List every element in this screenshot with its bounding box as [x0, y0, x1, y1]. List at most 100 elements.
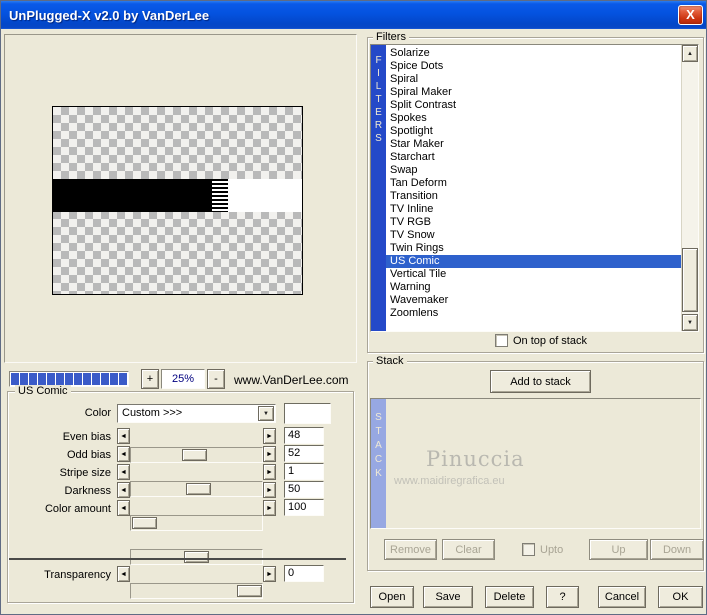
strip-letter: E [375, 107, 382, 118]
slider-right-arrow-icon[interactable]: ► [263, 500, 276, 516]
even-bias-slider[interactable] [130, 447, 263, 463]
filter-list-item[interactable]: Tan Deform [386, 177, 681, 190]
progress-segment [65, 373, 73, 385]
slider-left-arrow-icon[interactable]: ◄ [117, 500, 130, 516]
close-icon[interactable]: X [678, 5, 703, 25]
filters-scrollbar[interactable]: ▲ ▼ [681, 45, 698, 331]
color-dropdown[interactable]: Custom >>> ▼ [117, 404, 276, 423]
add-to-stack-button[interactable]: Add to stack [490, 370, 591, 393]
zoom-out-button[interactable]: - [207, 369, 225, 389]
cancel-button[interactable]: Cancel [598, 586, 646, 608]
filter-list-item[interactable]: Solarize [386, 47, 681, 60]
filters-list[interactable]: Solarize Spice Dots Spiral Spiral Maker Spli… [386, 45, 681, 331]
filter-list-item[interactable]: TV Inline [386, 203, 681, 216]
custom-color-swatch[interactable] [284, 403, 331, 424]
stack-list[interactable]: Pinuccia www.maidiregrafica.eu [386, 399, 700, 528]
down-button[interactable]: Down [650, 539, 704, 560]
stripe-size-value[interactable]: 1 [284, 463, 324, 480]
slider-thumb[interactable] [237, 585, 262, 597]
transparency-value[interactable]: 0 [284, 565, 324, 582]
zoom-in-button[interactable]: + [141, 369, 159, 389]
filter-list-item[interactable]: US Comic [386, 255, 681, 268]
progress-segment [29, 373, 37, 385]
filters-strip: FILTERS [371, 45, 386, 331]
save-button[interactable]: Save [423, 586, 473, 608]
filter-list-item[interactable]: Spiral Maker [386, 86, 681, 99]
color-label: Color [84, 407, 111, 419]
filter-list-item[interactable]: Transition [386, 190, 681, 203]
filter-list-item[interactable]: Swap [386, 164, 681, 177]
chevron-down-icon[interactable]: ▼ [258, 406, 274, 421]
color-amount-slider[interactable] [130, 583, 263, 599]
filter-list-item[interactable]: Starchart [386, 151, 681, 164]
slider-thumb[interactable] [184, 551, 209, 563]
zoom-level-field[interactable]: 25% [161, 369, 205, 389]
slider-right-arrow-icon[interactable]: ► [263, 566, 276, 582]
ok-button[interactable]: OK [658, 586, 703, 608]
odd-bias-value[interactable]: 52 [284, 445, 324, 462]
slider-right-arrow-icon[interactable]: ► [263, 428, 276, 444]
darkness-value[interactable]: 50 [284, 481, 324, 498]
preview-image[interactable] [52, 106, 303, 295]
slider-left-arrow-icon[interactable]: ◄ [117, 566, 130, 582]
even-bias-label: Even bias [62, 431, 111, 443]
color-amount-value[interactable]: 100 [284, 499, 324, 516]
filter-list-item[interactable]: Split Contrast [386, 99, 681, 112]
upto-label: Upto [540, 544, 564, 556]
filter-list-item[interactable]: Vertical Tile [386, 268, 681, 281]
title-bar[interactable]: UnPlugged-X v2.0 by VanDerLee X [1, 1, 706, 29]
delete-button[interactable]: Delete [485, 586, 534, 608]
filters-group-label: Filters [373, 31, 409, 44]
filter-list-item[interactable]: Wavemaker [386, 294, 681, 307]
vendor-website-link[interactable]: www.VanDerLee.com [234, 373, 349, 387]
darkness-label: Darkness [64, 485, 111, 497]
slider-left-arrow-icon[interactable]: ◄ [117, 446, 130, 462]
odd-bias-slider[interactable] [130, 481, 263, 497]
slider-right-arrow-icon[interactable]: ► [263, 446, 276, 462]
strip-letter: T [375, 426, 382, 437]
scrollbar-thumb[interactable] [682, 248, 698, 312]
progress-segment [74, 373, 82, 385]
color-amount-label: Color amount [44, 503, 111, 515]
stripe-size-slider[interactable] [130, 515, 263, 531]
help-button[interactable]: ? [546, 586, 579, 608]
progress-segment [47, 373, 55, 385]
upto-checkbox[interactable] [522, 543, 535, 556]
slider-thumb[interactable] [182, 449, 207, 461]
up-button[interactable]: Up [589, 539, 648, 560]
progress-segment [83, 373, 91, 385]
scroll-down-icon[interactable]: ▼ [682, 314, 698, 331]
filter-list-item[interactable]: Zoomlens [386, 307, 681, 320]
strip-letter: K [375, 468, 382, 479]
filter-list-item[interactable]: TV Snow [386, 229, 681, 242]
filter-list-item[interactable]: Warning [386, 281, 681, 294]
slider-thumb[interactable] [132, 517, 157, 529]
open-button[interactable]: Open [370, 586, 414, 608]
scroll-up-icon[interactable]: ▲ [682, 45, 698, 62]
slider-left-arrow-icon[interactable]: ◄ [117, 464, 130, 480]
slider-thumb[interactable] [186, 483, 211, 495]
watermark-url: www.maidiregrafica.eu [394, 475, 505, 487]
filter-list-item[interactable]: TV RGB [386, 216, 681, 229]
filter-list-item[interactable]: Spice Dots [386, 60, 681, 73]
preview-bar-graphic [53, 179, 302, 212]
remove-button[interactable]: Remove [384, 539, 437, 560]
strip-letter: A [375, 440, 382, 451]
slider-right-arrow-icon[interactable]: ► [263, 482, 276, 498]
strip-letter: T [375, 94, 382, 105]
slider-right-arrow-icon[interactable]: ► [263, 464, 276, 480]
filter-list-item[interactable]: Twin Rings [386, 242, 681, 255]
filter-list-item[interactable]: Spotlight [386, 125, 681, 138]
filter-list-item[interactable]: Star Maker [386, 138, 681, 151]
filters-list-panel: FILTERS Solarize Spice Dots Spiral Spiral M… [370, 44, 699, 332]
clear-button[interactable]: Clear [442, 539, 495, 560]
odd-bias-label: Odd bias [66, 449, 111, 461]
darkness-slider[interactable] [130, 549, 263, 565]
on-top-of-stack-checkbox[interactable] [495, 334, 508, 347]
filter-params-group-label: US Comic [15, 385, 71, 398]
slider-left-arrow-icon[interactable]: ◄ [117, 482, 130, 498]
filter-list-item[interactable]: Spokes [386, 112, 681, 125]
filter-list-item[interactable]: Spiral [386, 73, 681, 86]
slider-left-arrow-icon[interactable]: ◄ [117, 428, 130, 444]
even-bias-value[interactable]: 48 [284, 427, 324, 444]
